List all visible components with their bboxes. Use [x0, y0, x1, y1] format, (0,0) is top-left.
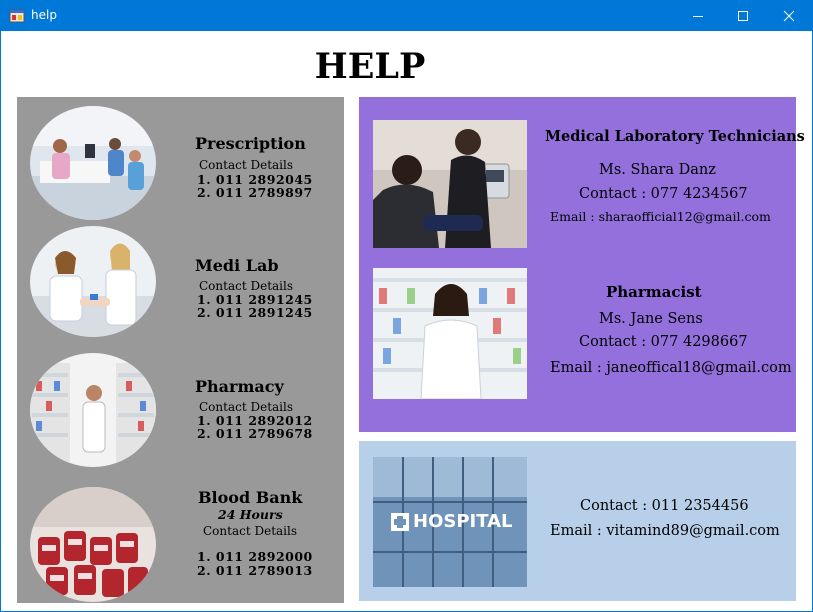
prescription-image [30, 106, 156, 220]
contact-details-label: Contact Details [199, 279, 294, 293]
hours-label: 24 Hours [218, 507, 283, 522]
contact-details-label: Contact Details [199, 158, 294, 172]
contact-details-label: Contact Details [203, 524, 298, 538]
pharmacist-role: Pharmacist [606, 283, 702, 301]
close-button[interactable] [766, 0, 812, 31]
contact-details-label: Contact Details [199, 400, 294, 414]
hospital-photo: HOSPITAL [373, 457, 527, 587]
lab-staff-name: Ms. Shara Danz [599, 162, 716, 178]
staff-contacts-panel: Medical Laboratory Technicians Ms. Shara… [359, 97, 805, 432]
medilab-image [30, 226, 156, 337]
phone-number: 2. 011 2789897 [197, 185, 313, 200]
service-title-pharmacy: Pharmacy [195, 377, 284, 396]
minimize-button[interactable] [675, 0, 721, 31]
phone-number: 2. 011 2789013 [197, 563, 313, 578]
phone-number: 2. 011 2891245 [197, 305, 313, 320]
pharmacist-name: Ms. Jane Sens [599, 311, 703, 327]
service-title-prescription: Prescription [195, 134, 306, 153]
blood-bank-image [30, 487, 156, 602]
window-title: help [31, 8, 57, 22]
maximize-icon [738, 10, 748, 21]
services-panel: Prescription Contact Details 1. 011 2892… [17, 97, 344, 603]
pharmacy-image [30, 353, 156, 467]
phone-number: 1. 011 2892000 [197, 549, 313, 564]
hospital-contact-panel: HOSPITAL Contact : 011 2354456 Email : v… [359, 441, 796, 601]
minimize-icon [693, 15, 703, 17]
lab-email: Email : sharaofficial12@gmail.com [550, 209, 771, 224]
lab-technician-photo [373, 120, 527, 248]
phone-number: 2. 011 2789678 [197, 426, 313, 441]
maximize-button[interactable] [720, 0, 766, 31]
service-title-blood-bank: Blood Bank [198, 488, 303, 507]
svg-text:HOSPITAL: HOSPITAL [413, 511, 513, 532]
page-title: HELP [314, 46, 426, 87]
window-border-left [0, 31, 1, 612]
hospital-email: Email : vitamind89@gmail.com [550, 523, 780, 539]
title-bar: help [0, 0, 813, 31]
pharmacist-contact-number: Contact : 077 4298667 [579, 334, 748, 350]
close-icon [783, 10, 795, 21]
app-icon[interactable] [9, 8, 25, 24]
hospital-contact-number: Contact : 011 2354456 [580, 498, 749, 514]
lab-role: Medical Laboratory Technicians [545, 128, 805, 145]
lab-contact-number: Contact : 077 4234567 [579, 186, 748, 202]
service-title-medilab: Medi Lab [195, 256, 279, 275]
pharmacist-email: Email : janeoffical18@gmail.com [550, 360, 792, 376]
pharmacist-photo [373, 268, 527, 399]
